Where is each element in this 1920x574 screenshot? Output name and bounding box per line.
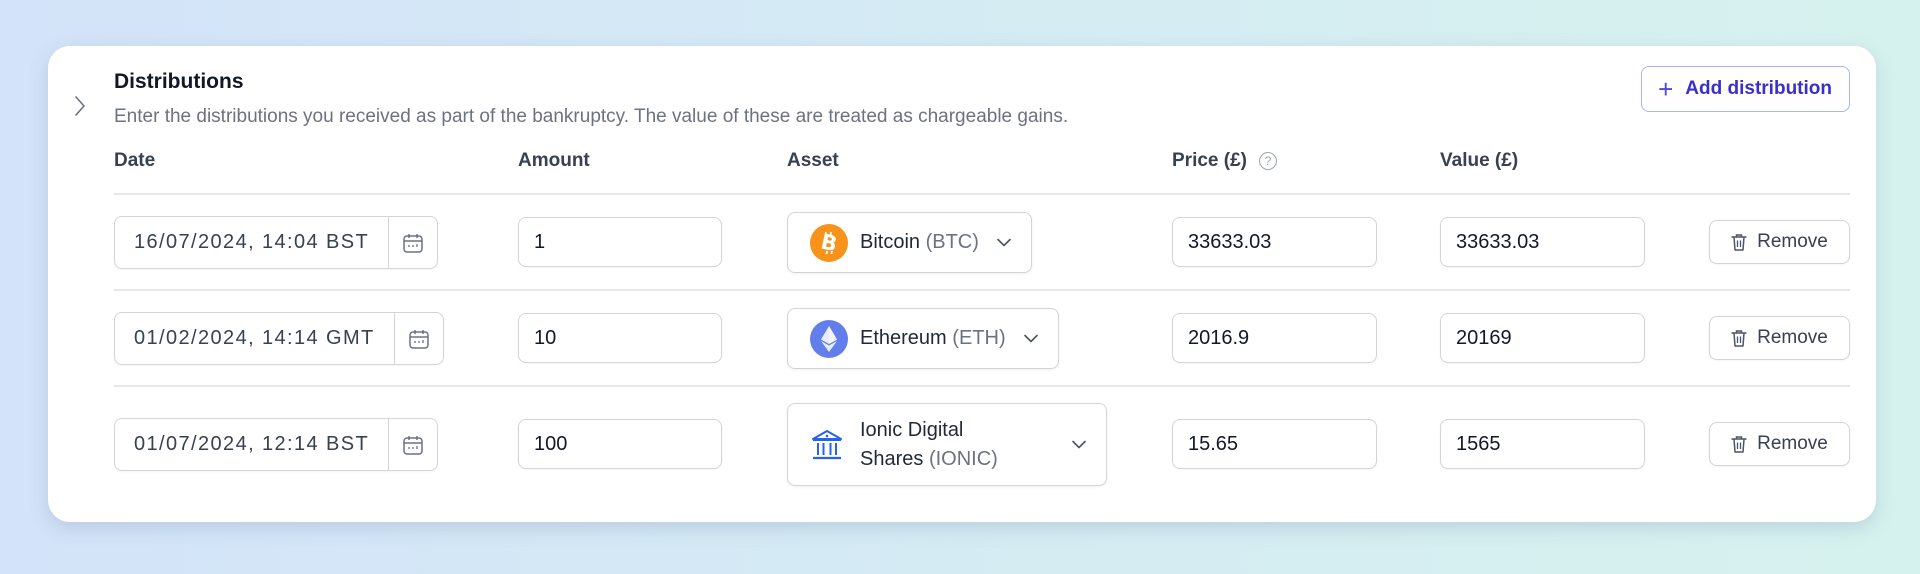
calendar-icon xyxy=(408,329,429,349)
column-header-date-label: Date xyxy=(114,150,156,171)
amount-input[interactable]: 1 xyxy=(518,217,722,267)
asset-ticker: (BTC) xyxy=(925,231,979,253)
help-icon[interactable]: ? xyxy=(1258,152,1277,170)
date-input[interactable]: 16/07/2024, 14:04 BST xyxy=(115,217,388,268)
calendar-icon xyxy=(403,233,423,253)
column-header-amount: Amount xyxy=(518,150,590,172)
asset-select[interactable]: Ionic Digital Shares (IONIC) xyxy=(787,403,1107,486)
bitcoin-icon: B xyxy=(810,223,848,262)
price-input[interactable]: 15.65 xyxy=(1172,419,1377,469)
asset-ticker: (ETH) xyxy=(952,327,1006,349)
add-distribution-button[interactable]: + Add distribution xyxy=(1641,66,1850,112)
column-header-price-label: Price (£) xyxy=(1172,150,1247,171)
asset-name: Ethereum xyxy=(860,327,947,349)
row-divider xyxy=(114,385,1850,387)
chevron-down-icon xyxy=(1072,440,1086,449)
date-input[interactable]: 01/07/2024, 12:14 BST xyxy=(115,419,388,470)
date-field[interactable]: 01/07/2024, 12:14 BST xyxy=(114,418,439,471)
asset-name-line1: Ionic Digital xyxy=(860,418,964,441)
chevron-right-icon xyxy=(75,96,85,116)
asset-select[interactable]: Ethereum (ETH) xyxy=(787,308,1059,369)
trash-icon xyxy=(1731,329,1747,347)
chevron-down-icon xyxy=(997,238,1011,247)
header-divider xyxy=(114,193,1850,195)
remove-button[interactable]: Remove xyxy=(1709,316,1850,360)
remove-button[interactable]: Remove xyxy=(1709,220,1850,264)
chevron-down-icon xyxy=(1023,334,1038,343)
bank-icon xyxy=(812,429,842,459)
amount-input[interactable]: 10 xyxy=(518,313,722,363)
asset-label: Ionic Digital Shares (IONIC) xyxy=(856,416,1054,474)
calendar-button[interactable] xyxy=(393,313,443,364)
remove-label: Remove xyxy=(1757,433,1828,454)
asset-label: Ethereum (ETH) xyxy=(860,327,1006,350)
trash-icon xyxy=(1731,435,1747,453)
asset-select[interactable]: B Bitcoin (BTC) xyxy=(787,212,1032,273)
section-title: Distributions xyxy=(114,70,244,93)
section-description: Enter the distributions you received as … xyxy=(114,106,1069,127)
expand-toggle[interactable] xyxy=(70,92,90,120)
value-input[interactable]: 1565 xyxy=(1440,419,1645,469)
column-header-date: Date xyxy=(114,150,155,172)
column-header-price: Price (£) ? xyxy=(1172,150,1277,172)
column-header-asset-label: Asset xyxy=(787,150,839,171)
calendar-button[interactable] xyxy=(388,217,437,268)
trash-icon xyxy=(1731,233,1747,251)
remove-label: Remove xyxy=(1757,327,1828,348)
asset-name-line2: Shares xyxy=(860,447,924,470)
column-header-asset: Asset xyxy=(787,150,839,172)
distributions-card: Distributions Enter the distributions yo… xyxy=(48,46,1876,522)
column-header-amount-label: Amount xyxy=(518,150,590,171)
add-distribution-label: Add distribution xyxy=(1685,78,1832,99)
value-input[interactable]: 33633.03 xyxy=(1440,217,1645,267)
plus-icon: + xyxy=(1658,74,1674,104)
amount-input[interactable]: 100 xyxy=(518,419,722,469)
remove-label: Remove xyxy=(1757,231,1828,252)
column-header-value-label: Value (£) xyxy=(1440,150,1519,171)
asset-name: Bitcoin xyxy=(860,231,921,253)
ethereum-icon xyxy=(810,319,848,358)
column-header-value: Value (£) xyxy=(1440,150,1518,172)
row-divider xyxy=(114,289,1850,291)
value-input[interactable]: 20169 xyxy=(1440,313,1645,363)
date-input[interactable]: 01/02/2024, 14:14 GMT xyxy=(115,313,394,364)
calendar-button[interactable] xyxy=(388,419,437,470)
asset-label: Bitcoin (BTC) xyxy=(860,231,979,254)
date-field[interactable]: 01/02/2024, 14:14 GMT xyxy=(114,312,444,365)
price-input[interactable]: 2016.9 xyxy=(1172,313,1377,363)
asset-ticker: (IONIC) xyxy=(928,447,998,470)
remove-button[interactable]: Remove xyxy=(1709,422,1850,466)
date-field[interactable]: 16/07/2024, 14:04 BST xyxy=(114,216,439,269)
calendar-icon xyxy=(403,435,423,455)
price-input[interactable]: 33633.03 xyxy=(1172,217,1377,267)
